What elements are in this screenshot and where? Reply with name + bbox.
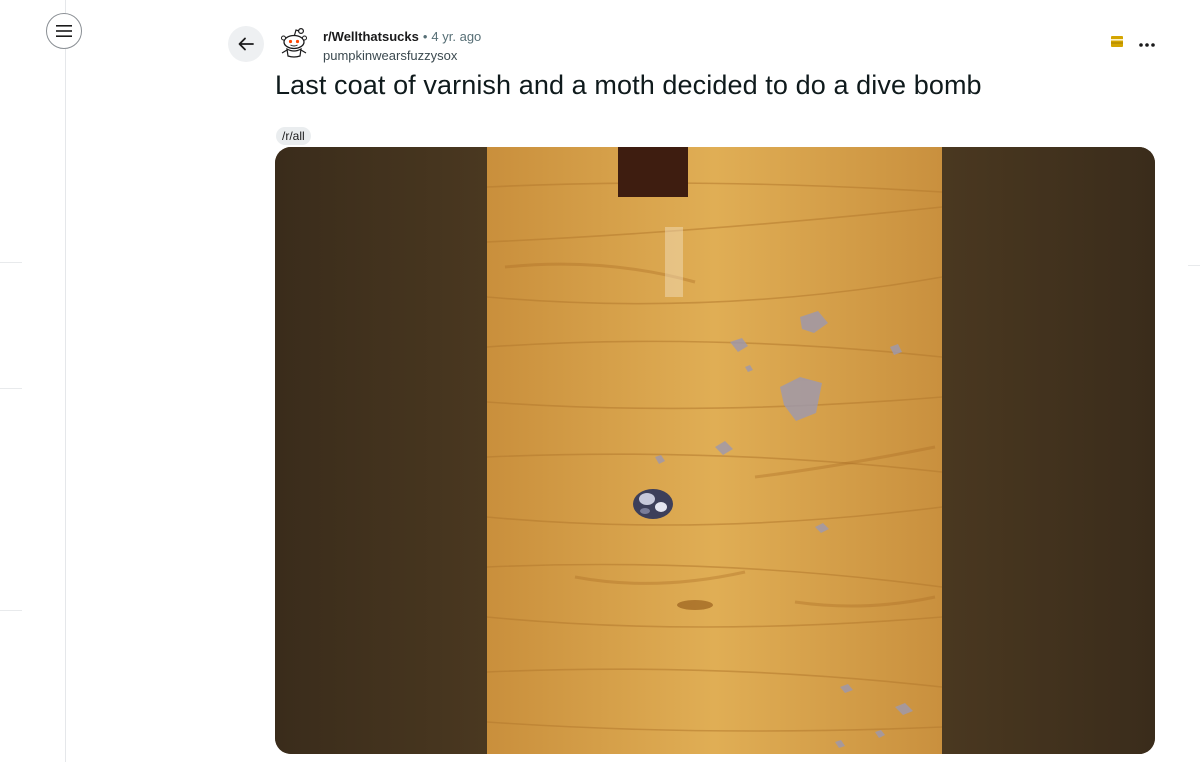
left-rail: [0, 0, 66, 762]
arrow-left-icon: [238, 37, 254, 51]
post-image[interactable]: [275, 147, 1155, 754]
author-link[interactable]: pumpkinwearsfuzzysox: [323, 47, 481, 65]
divider: [0, 262, 22, 263]
post-flair[interactable]: /r/all: [276, 127, 311, 145]
separator: •: [422, 29, 428, 44]
post-meta: r/Wellthatsucks • 4 yr. ago pumpkinwearsfu…: [323, 28, 481, 65]
divider: [1188, 265, 1200, 266]
back-button[interactable]: [228, 26, 264, 62]
hamburger-icon[interactable]: [46, 13, 82, 49]
subreddit-link[interactable]: r/Wellthatsucks: [323, 29, 419, 44]
more-horizontal-icon[interactable]: [1138, 35, 1156, 53]
post-age: 4 yr. ago: [431, 29, 482, 44]
divider: [0, 388, 22, 389]
snoo-avatar-icon[interactable]: [276, 25, 312, 61]
post-title[interactable]: Last coat of varnish and a moth decided …: [275, 70, 982, 101]
award-icon[interactable]: [1110, 34, 1124, 53]
divider: [0, 610, 22, 611]
post-actions: [1110, 34, 1156, 53]
